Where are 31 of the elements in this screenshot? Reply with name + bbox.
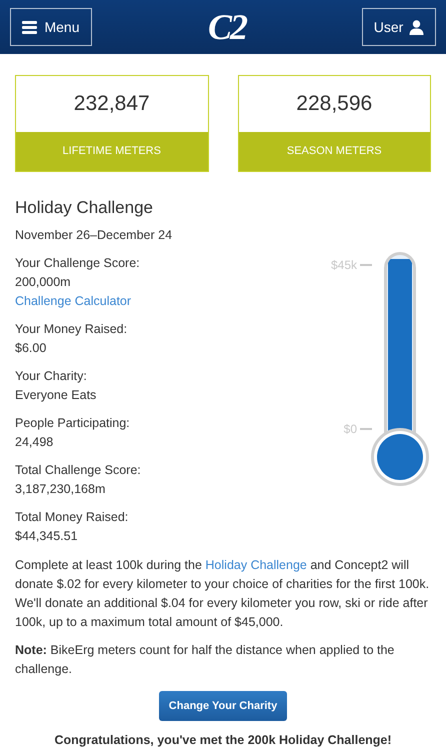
tick-mark: [360, 428, 372, 430]
calculator-link[interactable]: Challenge Calculator: [15, 292, 132, 311]
menu-button[interactable]: Menu: [10, 8, 92, 46]
section-title: Holiday Challenge: [15, 198, 154, 218]
stat-value: 200,000m: [15, 274, 71, 291]
stat-label: Your Money Raised:: [15, 321, 128, 338]
stat-value: $6.00: [15, 340, 46, 357]
stat-label: SEASON METERS: [238, 132, 430, 171]
user-button[interactable]: User: [362, 8, 436, 46]
stat-label: Your Charity:: [15, 368, 87, 385]
stat-label: Total Challenge Score:: [15, 462, 141, 479]
user-icon: [409, 20, 424, 34]
stat-value: 24,498: [15, 434, 54, 451]
tick-mark: [360, 264, 372, 266]
change-charity-button[interactable]: Change Your Charity: [158, 691, 288, 721]
date-range: November 26–December 24: [15, 227, 174, 244]
stat-value: 232,847: [72, 91, 151, 118]
stat-label: People Participating:: [15, 415, 130, 432]
stat-value: Everyone Eats: [15, 387, 96, 404]
challenge-link[interactable]: Holiday Challenge: [205, 558, 307, 572]
note-paragraph: Note: BikeErg meters count for half the distance when applied to the challenge.: [15, 642, 396, 678]
congratulations-message: Congratulations, you've met the 200k Holiday Challenge!: [53, 732, 393, 749]
stat-label: LIFETIME METERS: [16, 132, 208, 171]
stat-value: $44,345.51: [15, 528, 78, 545]
stat-label: Your Challenge Score:: [15, 255, 140, 272]
logo[interactable]: C2: [202, 4, 252, 50]
stat-label: Total Money Raised:: [15, 509, 128, 526]
stat-value: 3,187,230,168m: [15, 481, 106, 498]
description-paragraph: Complete at least 100k during the Holiday Challenge and Concept2 will donate $.02 for every kilometer to your choice of charities for the first 100k. We'll donate an additional $.04 for every kilometer you row, ski or ride after 100k, up to a maximum total amount of $45,000.: [15, 557, 430, 631]
stat-value: 228,596: [295, 91, 374, 118]
menu-icon: [22, 20, 38, 34]
